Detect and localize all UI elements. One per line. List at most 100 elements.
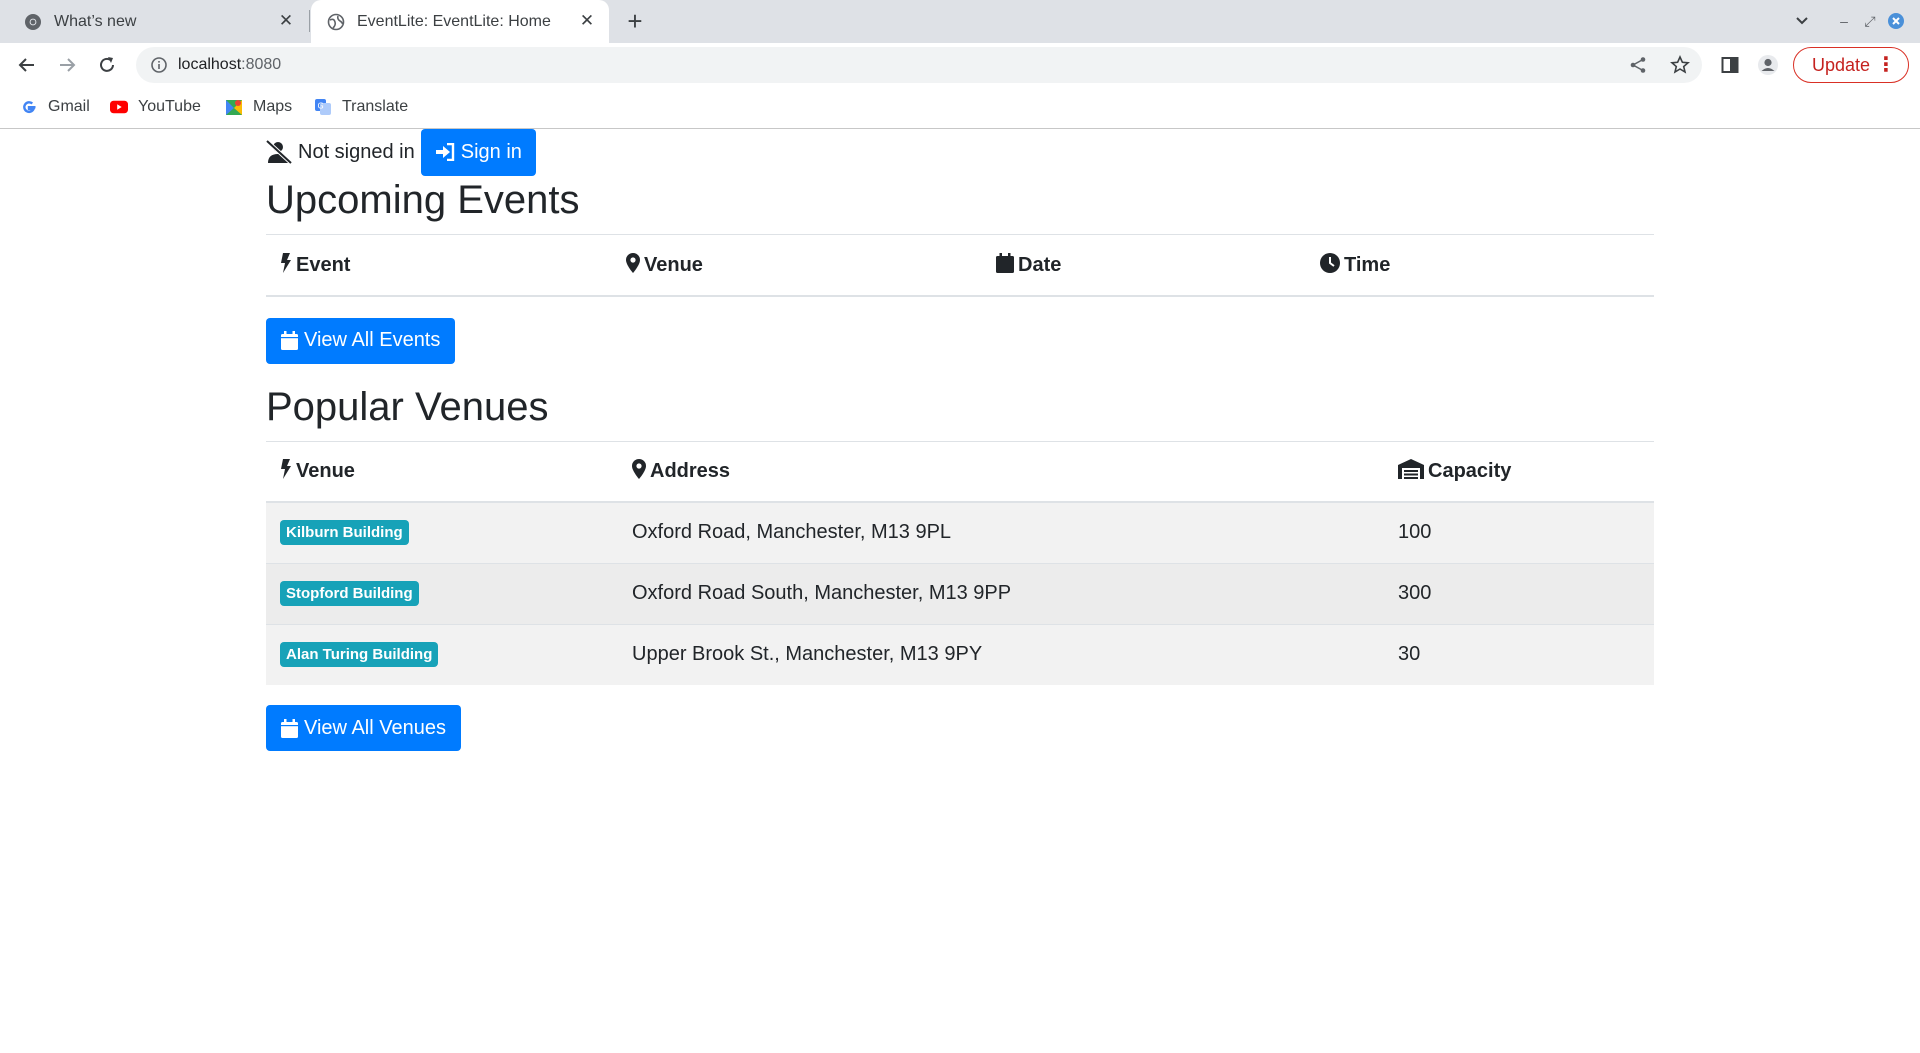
column-header-event[interactable]: Event xyxy=(266,234,612,297)
url-host: localhost xyxy=(178,56,242,73)
column-header-address[interactable]: Address xyxy=(618,440,1384,503)
venues-table-body: Kilburn Building Oxford Road, Manchester… xyxy=(266,501,1654,685)
column-header-capacity[interactable]: Capacity xyxy=(1384,440,1654,503)
translate-icon: G xyxy=(314,98,332,116)
upcoming-events-heading: Upcoming Events xyxy=(266,178,580,222)
bookmark-maps[interactable]: Maps xyxy=(225,87,292,127)
share-icon[interactable] xyxy=(1627,54,1649,76)
clock-icon xyxy=(1320,252,1340,273)
column-header-venue[interactable]: Venue xyxy=(612,234,982,297)
close-window-icon[interactable] xyxy=(1884,8,1908,34)
bolt-icon xyxy=(281,459,291,480)
venue-badge-link[interactable]: Kilburn Building xyxy=(280,520,409,546)
youtube-icon xyxy=(110,98,128,116)
table-row: Stopford Building Oxford Road South, Man… xyxy=(266,562,1654,624)
gmail-icon xyxy=(20,98,38,116)
page-content: Not signed in Sign in Upcoming Events Ev… xyxy=(266,128,1654,751)
url-port: :8080 xyxy=(241,56,282,73)
venue-address-cell: Upper Brook St., Manchester, M13 9PY xyxy=(618,623,1384,685)
site-info-icon[interactable] xyxy=(150,56,168,74)
bookmark-label: Translate xyxy=(342,98,409,115)
bookmark-gmail[interactable]: Gmail xyxy=(20,87,90,127)
column-header-time[interactable]: Time xyxy=(1306,234,1654,297)
venue-badge-link[interactable]: Alan Turing Building xyxy=(280,642,439,668)
address-bar[interactable]: localhost:8080 xyxy=(136,47,1702,83)
globe-icon xyxy=(327,13,345,31)
column-label: Time xyxy=(1344,253,1391,276)
bookmark-label: YouTube xyxy=(138,98,201,115)
column-label: Venue xyxy=(644,253,703,276)
minimize-icon[interactable]: – xyxy=(1832,8,1856,34)
bookmark-star-icon[interactable] xyxy=(1669,54,1691,76)
close-tab-icon[interactable]: ✕ xyxy=(577,11,597,31)
bookmark-label: Gmail xyxy=(48,98,90,115)
venue-capacity-cell: 300 xyxy=(1384,562,1654,624)
map-marker-icon xyxy=(632,459,646,480)
calendar-icon xyxy=(281,331,298,350)
view-all-events-label: View All Events xyxy=(304,329,441,351)
bookmarks-bar: Gmail YouTube Maps G Translate xyxy=(0,87,1920,129)
venue-address-cell: Oxford Road South, Manchester, M13 9PP xyxy=(618,562,1384,624)
popular-venues-heading: Popular Venues xyxy=(266,384,549,429)
update-label: Update xyxy=(1812,55,1871,75)
venue-name-cell: Stopford Building xyxy=(266,562,618,624)
venue-address-cell: Oxford Road, Manchester, M13 9PL xyxy=(618,501,1384,563)
venue-capacity-cell: 100 xyxy=(1384,501,1654,563)
sign-in-label: Sign in xyxy=(460,140,522,163)
tab-search-chevron-icon[interactable] xyxy=(1790,8,1814,34)
column-header-venue[interactable]: Venue xyxy=(266,440,618,503)
tab-title: EventLite: EventLite: Home xyxy=(357,12,551,30)
venue-name-cell: Kilburn Building xyxy=(266,501,618,563)
column-label: Venue xyxy=(296,460,355,483)
venue-capacity-cell: 30 xyxy=(1384,623,1654,685)
column-label: Date xyxy=(1018,253,1062,276)
table-row: Alan Turing Building Upper Brook St., Ma… xyxy=(266,623,1654,685)
column-label: Event xyxy=(296,253,351,276)
reload-icon[interactable] xyxy=(93,51,121,79)
view-all-venues-button[interactable]: View All Venues xyxy=(266,705,461,751)
tab-eventlite-home[interactable]: EventLite: EventLite: Home ✕ xyxy=(311,0,609,43)
view-all-events-button[interactable]: View All Events xyxy=(266,317,456,364)
tab-whats-new[interactable]: What’s new ✕ xyxy=(0,0,308,43)
tab-strip: What’s new ✕ EventLite: EventLite: Home … xyxy=(0,0,1920,43)
table-row: Kilburn Building Oxford Road, Manchester… xyxy=(266,501,1654,563)
sign-in-icon xyxy=(435,143,454,161)
venue-name-cell: Alan Turing Building xyxy=(266,623,618,685)
new-tab-button[interactable]: + xyxy=(622,8,648,35)
svg-text:G: G xyxy=(318,102,324,111)
venue-badge-link[interactable]: Stopford Building xyxy=(280,581,419,606)
column-label: Capacity xyxy=(1428,460,1512,483)
column-label: Address xyxy=(650,460,731,483)
auth-status-bar: Not signed in Sign in xyxy=(266,128,1654,176)
back-arrow-icon[interactable] xyxy=(13,51,41,79)
map-marker-icon xyxy=(626,252,640,273)
column-header-date[interactable]: Date xyxy=(982,234,1306,297)
profile-avatar-icon[interactable] xyxy=(1754,51,1782,79)
close-tab-icon[interactable]: ✕ xyxy=(276,11,296,31)
forward-arrow-icon[interactable] xyxy=(53,51,81,79)
warehouse-icon xyxy=(1398,459,1424,480)
bookmark-label: Maps xyxy=(253,98,293,115)
side-panel-icon[interactable] xyxy=(1716,51,1744,79)
venues-table: Venue Address Capacity Kilburn Building … xyxy=(266,440,1654,685)
calendar-icon xyxy=(996,252,1014,273)
bookmark-youtube[interactable]: YouTube xyxy=(110,87,201,127)
more-menu-icon[interactable]: ⋮ xyxy=(1876,48,1896,82)
url-text: localhost:8080 xyxy=(178,47,281,83)
sign-in-button[interactable]: Sign in xyxy=(420,128,536,176)
user-slash-icon xyxy=(266,140,292,164)
events-table-header: Event Venue Date Time xyxy=(266,234,1654,297)
bookmark-translate[interactable]: G Translate xyxy=(314,87,408,127)
tab-divider xyxy=(309,10,310,32)
tab-title: What’s new xyxy=(54,12,137,30)
auth-status-text: Not signed in xyxy=(298,140,415,163)
view-all-venues-label: View All Venues xyxy=(304,716,446,739)
maps-icon xyxy=(225,98,243,116)
venues-table-header: Venue Address Capacity xyxy=(266,440,1654,503)
update-button[interactable]: Update ⋮ xyxy=(1793,47,1909,83)
bolt-icon xyxy=(281,252,291,273)
chrome-icon xyxy=(24,13,42,31)
events-table: Event Venue Date Time xyxy=(266,234,1654,297)
browser-toolbar: localhost:8080 Update ⋮ xyxy=(0,43,1920,87)
restore-icon[interactable]: ⤢ xyxy=(1858,8,1882,34)
